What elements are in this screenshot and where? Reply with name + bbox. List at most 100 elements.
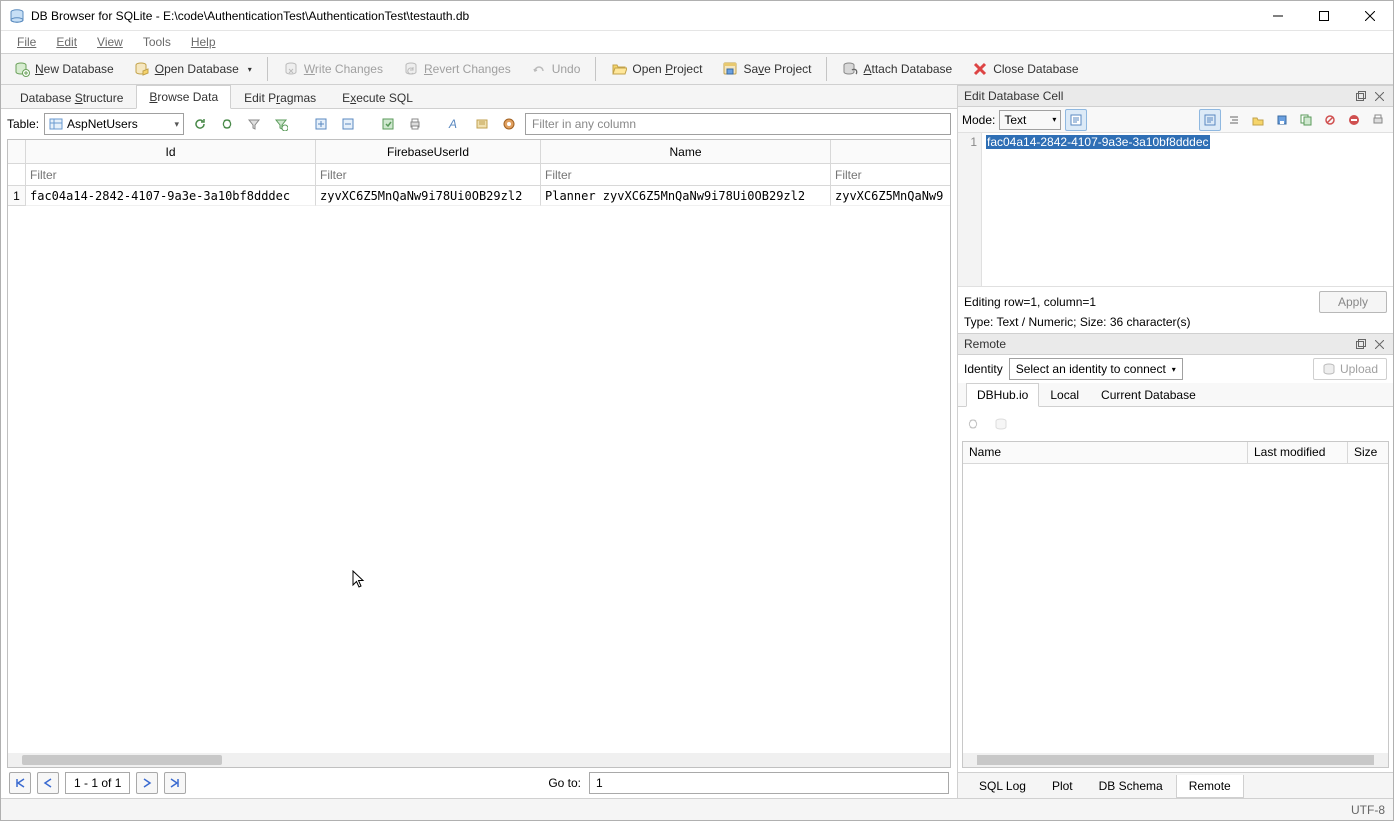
tab-database-structure[interactable]: Database Structure [7,86,136,109]
auto-format-button[interactable] [1065,109,1087,131]
cell-username[interactable]: zyvXC6Z5MnQaNw9 [831,186,951,206]
open-db-icon [134,61,150,77]
bottom-tab-schema[interactable]: DB Schema [1086,775,1176,798]
remote-table[interactable]: Name Last modified Size [962,441,1389,768]
font-button[interactable]: A [444,113,466,135]
cell-content[interactable]: fac04a14-2842-4107-9a3e-3a10bf8dddec [986,135,1210,149]
settings-button[interactable] [498,113,520,135]
menu-view[interactable]: View [89,33,131,51]
last-page-button[interactable] [164,772,186,794]
apply-button[interactable]: Apply [1319,291,1387,313]
close-button[interactable] [1347,1,1393,31]
goto-input[interactable] [589,772,949,794]
undo-icon [531,61,547,77]
copy-cell-icon[interactable] [1295,109,1317,131]
bottom-tab-plot[interactable]: Plot [1039,775,1086,798]
undock-icon[interactable] [1353,88,1369,104]
clear-cell-icon[interactable] [1343,109,1365,131]
text-mode-icon[interactable] [1199,109,1221,131]
mode-label: Mode: [962,113,995,127]
remote-col-modified[interactable]: Last modified [1248,442,1348,463]
remote-refresh-button[interactable] [962,413,984,435]
cell-editor[interactable]: 1 fac04a14-2842-4107-9a3e-3a10bf8dddec [958,133,1393,286]
import-cell-icon[interactable] [1247,109,1269,131]
open-project-icon [611,61,627,77]
status-bar: UTF-8 [1,798,1393,820]
save-filter-button[interactable] [270,113,292,135]
export-cell-icon[interactable] [1271,109,1293,131]
bottom-tab-sqllog[interactable]: SQL Log [966,775,1039,798]
menu-edit[interactable]: Edit [48,33,85,51]
close-remote-icon[interactable] [1371,336,1387,352]
identity-select[interactable]: Select an identity to connect▾ [1009,358,1183,380]
main-toolbar: New Database Open Database▾ Write Change… [1,53,1393,85]
identity-label: Identity [964,362,1003,376]
null-cell-icon[interactable] [1319,109,1341,131]
open-project-button[interactable]: Open Project [602,56,711,82]
reload-button[interactable] [216,113,238,135]
data-table[interactable]: Id FirebaseUserId Name UserNa 1 fac04a14… [7,139,951,768]
col-header-id[interactable]: Id [26,140,316,164]
new-database-button[interactable]: New Database [5,56,123,82]
tab-browse-data[interactable]: Browse Data [136,85,231,109]
remote-clone-button[interactable] [990,413,1012,435]
remote-tab-current[interactable]: Current Database [1090,383,1207,407]
first-page-button[interactable] [9,772,31,794]
col-header-username[interactable]: UserNa [831,140,951,164]
bottom-tab-remote[interactable]: Remote [1176,775,1244,798]
rtl-mode-icon[interactable] [1223,109,1245,131]
filter-id[interactable] [26,164,315,185]
row-number[interactable]: 1 [8,186,26,206]
minimize-button[interactable] [1255,1,1301,31]
menu-file[interactable]: File [9,33,44,51]
app-icon [9,8,25,24]
horizontal-scrollbar[interactable] [8,753,950,767]
next-page-button[interactable] [136,772,158,794]
filter-firebaseuserid[interactable] [316,164,540,185]
clear-filter-button[interactable] [243,113,265,135]
maximize-button[interactable] [1301,1,1347,31]
col-header-name[interactable]: Name [541,140,831,164]
attach-database-button[interactable]: Attach Database [833,56,961,82]
cell-firebaseuserid[interactable]: zyvXC6Z5MnQaNw9i78Ui0OB29zl2 [316,186,541,206]
print-button[interactable] [404,113,426,135]
goto-record-button[interactable] [377,113,399,135]
write-icon [283,61,299,77]
refresh-button[interactable] [189,113,211,135]
filter-username[interactable] [831,164,951,185]
undock-remote-icon[interactable] [1353,336,1369,352]
remote-tab-dbhub[interactable]: DBHub.io [966,383,1039,407]
cell-name[interactable]: Planner zyvXC6Z5MnQaNw9i78Ui0OB29zl2 [541,186,831,206]
tab-edit-pragmas[interactable]: Edit Pragmas [231,86,329,109]
window-title: DB Browser for SQLite - E:\code\Authenti… [31,9,1255,23]
print-cell-icon[interactable] [1367,109,1389,131]
main-tabs: Database Structure Browse Data Edit Prag… [1,85,957,109]
table-label: Table: [7,117,39,131]
filter-any-column[interactable]: Filter in any column [525,113,951,135]
remote-col-size[interactable]: Size [1348,442,1388,463]
menu-tools[interactable]: Tools [135,33,179,51]
close-panel-icon[interactable] [1371,88,1387,104]
insert-record-button[interactable] [310,113,332,135]
menu-help[interactable]: Help [183,33,224,51]
remote-col-name[interactable]: Name [963,442,1248,463]
write-changes-button[interactable]: Write Changes [274,56,392,82]
save-project-button[interactable]: Save Project [713,56,820,82]
upload-button[interactable]: Upload [1313,358,1387,380]
pager: 1 - 1 of 1 Go to: [1,768,957,798]
cell-id[interactable]: fac04a14-2842-4107-9a3e-3a10bf8dddec [26,186,316,206]
open-database-button[interactable]: Open Database▾ [125,56,261,82]
filter-name[interactable] [541,164,830,185]
revert-changes-button[interactable]: Revert Changes [394,56,520,82]
mode-select[interactable]: Text▾ [999,110,1061,130]
prev-page-button[interactable] [37,772,59,794]
delete-record-button[interactable] [337,113,359,135]
tab-execute-sql[interactable]: Execute SQL [329,86,426,109]
close-database-button[interactable]: Close Database [963,56,1087,82]
remote-hscroll[interactable] [963,753,1388,767]
undo-button[interactable]: Undo [522,56,590,82]
table-select[interactable]: AspNetUsers ▾ [44,113,184,135]
remote-tab-local[interactable]: Local [1039,383,1090,407]
col-header-firebaseuserid[interactable]: FirebaseUserId [316,140,541,164]
encoding-button[interactable] [471,113,493,135]
